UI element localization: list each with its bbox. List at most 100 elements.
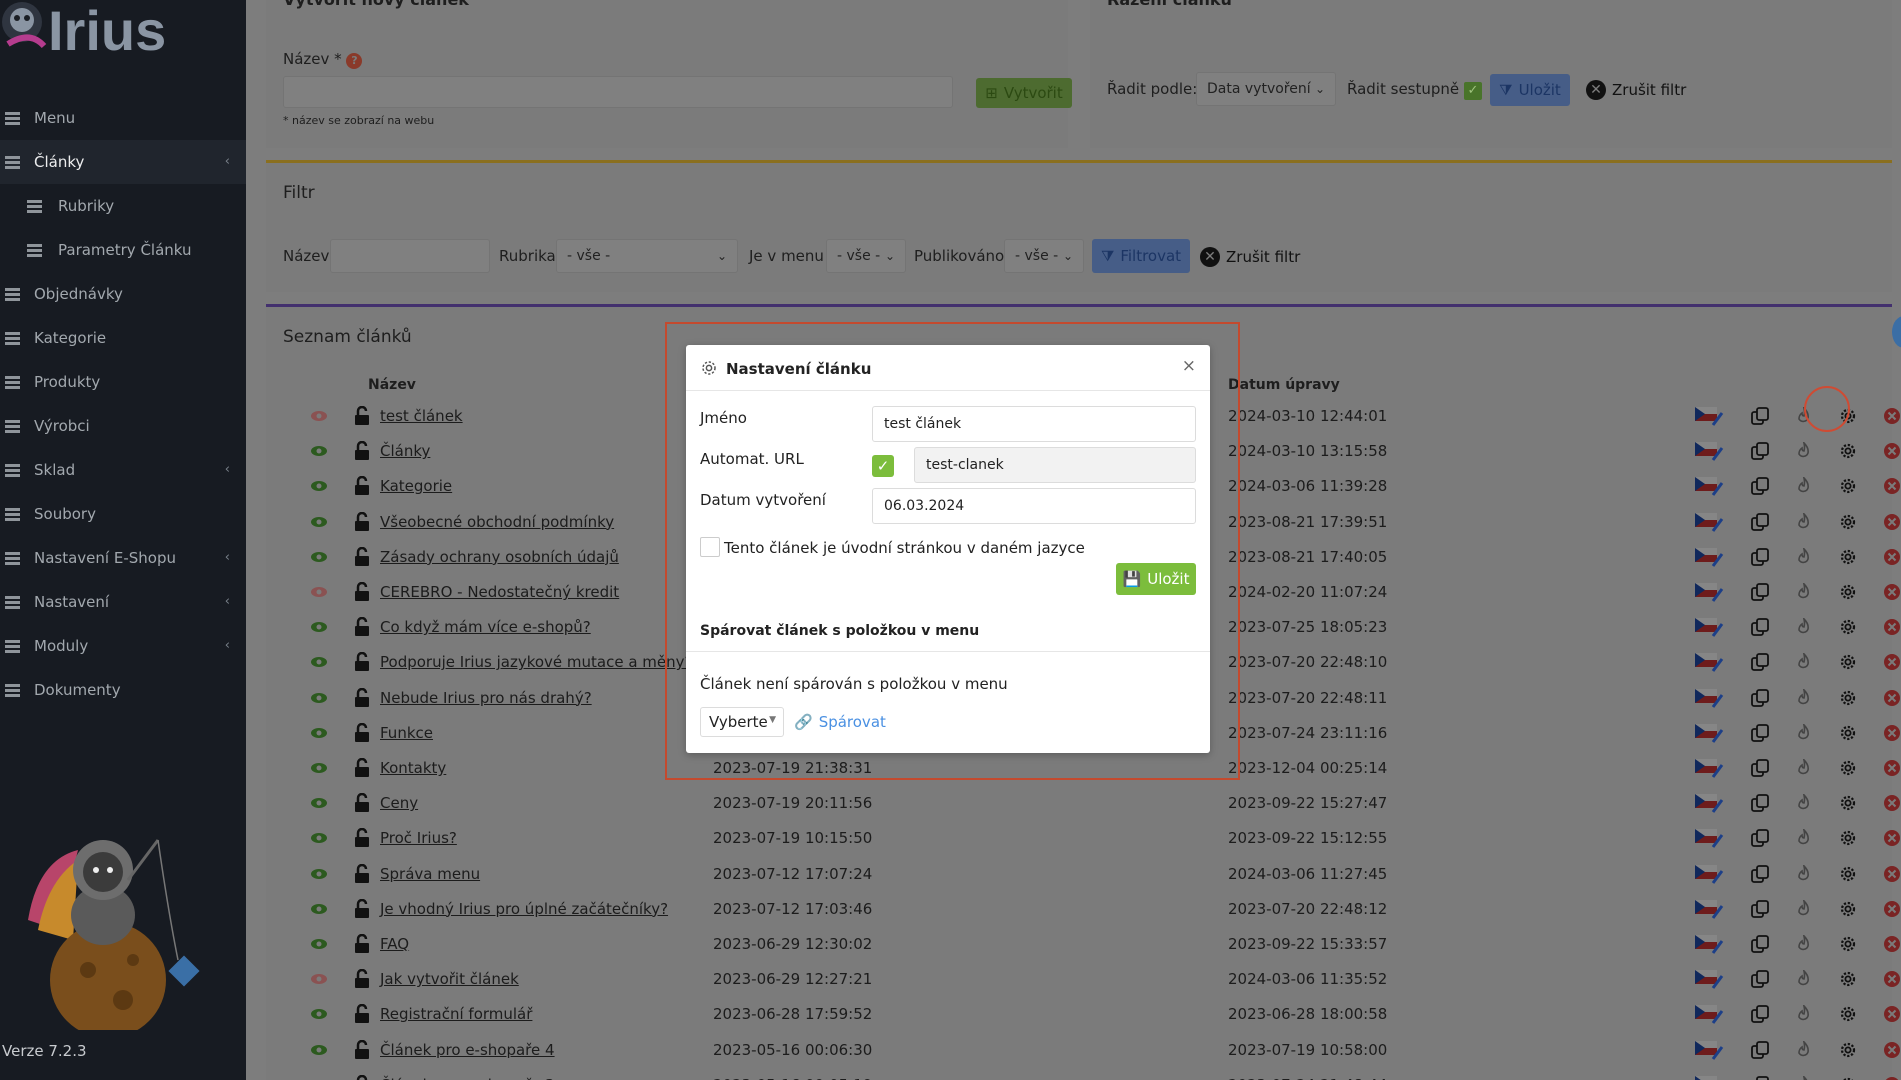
czech-flag-edit-icon[interactable]: [1695, 1003, 1725, 1025]
gear-icon[interactable]: [1839, 935, 1857, 953]
czech-flag-edit-icon[interactable]: [1695, 511, 1725, 533]
article-name-link[interactable]: Kontakty: [380, 759, 446, 777]
czech-flag-edit-icon[interactable]: [1695, 1039, 1725, 1061]
unlock-icon[interactable]: [354, 722, 370, 743]
visibility-eye-icon[interactable]: [310, 656, 328, 668]
unlock-icon[interactable]: [354, 582, 370, 602]
fire-icon[interactable]: [1796, 935, 1812, 953]
filter-rubric-select[interactable]: - vše - ⌄: [556, 239, 738, 273]
delete-icon[interactable]: [1883, 829, 1901, 847]
visibility-eye-icon[interactable]: [310, 973, 328, 985]
article-name-link[interactable]: Je vhodný Irius pro úplné začátečníky?: [380, 900, 668, 918]
czech-flag-edit-icon[interactable]: [1695, 440, 1725, 462]
article-name-link[interactable]: Proč Irius?: [380, 829, 457, 847]
close-icon[interactable]: ×: [1182, 356, 1196, 376]
gear-icon[interactable]: [1839, 513, 1857, 531]
unlock-icon[interactable]: [354, 898, 370, 919]
czech-flag-edit-icon[interactable]: [1695, 898, 1725, 920]
visibility-eye-icon[interactable]: [310, 832, 328, 844]
unlock-icon[interactable]: [354, 406, 370, 426]
article-name-link[interactable]: Článek pro e-shopaře 3: [380, 1076, 555, 1080]
copy-icon[interactable]: [1751, 829, 1769, 848]
unlock-icon[interactable]: [354, 687, 370, 708]
visibility-eye-icon[interactable]: [310, 762, 328, 774]
article-name-link[interactable]: Funkce: [380, 724, 433, 742]
fire-icon[interactable]: [1796, 618, 1812, 636]
delete-icon[interactable]: [1883, 935, 1901, 953]
visibility-eye-icon[interactable]: [310, 727, 328, 739]
sidebar-item-3[interactable]: Rubriky: [0, 184, 246, 228]
url-field[interactable]: test-clanek: [914, 447, 1196, 483]
sidebar-item-12[interactable]: Nastavení ‹: [0, 580, 246, 624]
unlock-icon[interactable]: [354, 476, 370, 496]
pair-button[interactable]: 🔗 Spárovat: [794, 713, 886, 731]
czech-flag-edit-icon[interactable]: [1695, 405, 1725, 427]
filter-button[interactable]: ⧩ Filtrovat: [1092, 239, 1190, 273]
article-name-link[interactable]: Všeobecné obchodní podmínky: [380, 513, 614, 531]
fire-icon[interactable]: [1796, 477, 1812, 495]
sort-desc-checkbox[interactable]: ✓: [1463, 82, 1482, 100]
copy-icon[interactable]: [1751, 935, 1769, 953]
gear-icon[interactable]: [1839, 829, 1857, 847]
sidebar-item-1[interactable]: Menu: [0, 96, 246, 140]
visibility-eye-icon[interactable]: [310, 621, 328, 633]
fire-icon[interactable]: [1796, 794, 1812, 812]
delete-icon[interactable]: [1883, 583, 1901, 601]
article-name-link[interactable]: Podporuje Irius jazykové mutace a měny?: [380, 653, 693, 671]
sidebar-item-13[interactable]: Moduly ‹: [0, 624, 246, 668]
czech-flag-edit-icon[interactable]: [1695, 933, 1725, 955]
gear-icon[interactable]: [1839, 618, 1857, 636]
delete-icon[interactable]: [1883, 865, 1901, 883]
fire-icon[interactable]: [1796, 759, 1812, 777]
irius-logo[interactable]: Irius: [0, 0, 200, 62]
article-name-link[interactable]: Ceny: [380, 794, 418, 812]
unlock-icon[interactable]: [354, 793, 370, 813]
visibility-eye-icon[interactable]: [310, 516, 328, 528]
delete-icon[interactable]: [1883, 724, 1901, 742]
copy-icon[interactable]: [1751, 618, 1769, 637]
article-name-link[interactable]: FAQ: [380, 935, 409, 953]
article-name-link[interactable]: Článek pro e-shopaře 4: [380, 1041, 555, 1059]
copy-icon[interactable]: [1751, 1075, 1769, 1080]
delete-icon[interactable]: [1883, 900, 1901, 918]
unlock-icon[interactable]: [354, 441, 370, 461]
delete-icon[interactable]: [1883, 548, 1901, 566]
unlock-icon[interactable]: [354, 1004, 370, 1024]
fire-icon[interactable]: [1796, 688, 1812, 707]
unlock-icon[interactable]: [354, 511, 370, 532]
clear-filter-button[interactable]: ✕ Zrušit filtr: [1200, 247, 1300, 267]
copy-icon[interactable]: [1751, 723, 1769, 742]
fire-icon[interactable]: [1796, 653, 1812, 671]
sidebar-item-5[interactable]: Objednávky: [0, 272, 246, 316]
date-created-field[interactable]: 06.03.2024: [872, 488, 1196, 524]
copy-icon[interactable]: [1751, 794, 1769, 813]
filter-published-select[interactable]: - vše - ⌄: [1004, 239, 1084, 273]
sidebar-item-2[interactable]: Články ‹: [0, 140, 246, 184]
save-sort-button[interactable]: ⧩ Uložit: [1490, 74, 1570, 106]
sidebar-item-10[interactable]: Soubory: [0, 492, 246, 536]
fire-icon[interactable]: [1796, 864, 1812, 883]
czech-flag-edit-icon[interactable]: [1695, 792, 1725, 814]
czech-flag-edit-icon[interactable]: [1695, 581, 1725, 603]
delete-icon[interactable]: [1883, 407, 1901, 425]
copy-icon[interactable]: [1751, 653, 1769, 672]
create-button[interactable]: ⊞ Vytvořit: [976, 78, 1072, 108]
visibility-eye-icon[interactable]: [310, 797, 328, 809]
article-name-link[interactable]: Nebude Irius pro nás drahý?: [380, 689, 592, 707]
copy-icon[interactable]: [1751, 407, 1769, 425]
gear-icon[interactable]: [1839, 442, 1857, 460]
article-name-link[interactable]: CEREBRO - Nedostatečný kredit: [380, 583, 619, 601]
gear-icon[interactable]: [1839, 759, 1857, 777]
czech-flag-edit-icon[interactable]: [1695, 687, 1725, 709]
article-name-link[interactable]: test článek: [380, 407, 463, 425]
gear-icon[interactable]: [1839, 724, 1857, 742]
article-name-link[interactable]: Kategorie: [380, 477, 452, 495]
fire-icon[interactable]: [1796, 547, 1812, 566]
czech-flag-edit-icon[interactable]: [1695, 651, 1725, 673]
auto-url-checkbox[interactable]: ✓: [872, 455, 894, 477]
article-name-link[interactable]: Zásady ochrany osobních údajů: [380, 548, 619, 566]
copy-icon[interactable]: [1751, 759, 1769, 777]
unlock-icon[interactable]: [354, 1074, 370, 1080]
copy-icon[interactable]: [1751, 1040, 1769, 1059]
gear-icon[interactable]: [1839, 970, 1857, 988]
